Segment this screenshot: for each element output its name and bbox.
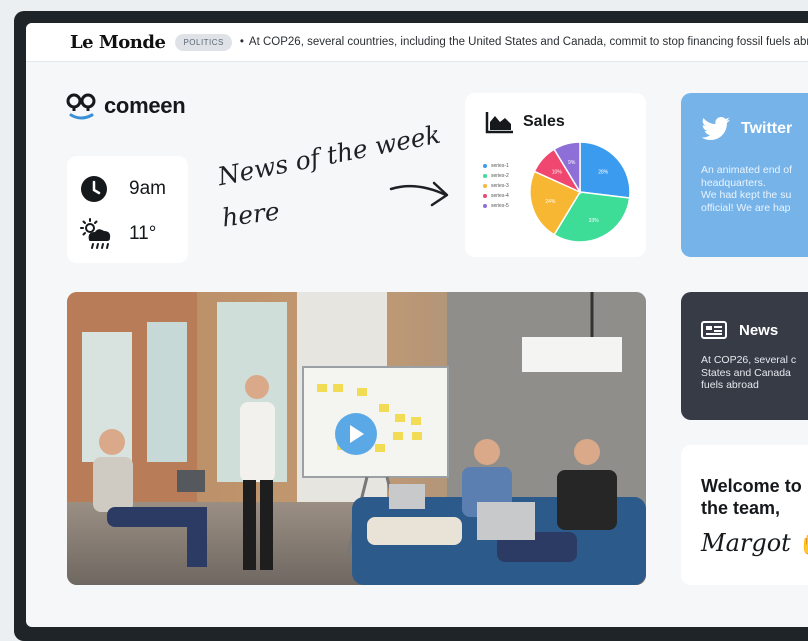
news-text: At COP26, several c States and Canada fu… (701, 354, 808, 392)
legend-label: series-5 (491, 203, 509, 209)
legend-swatch (483, 194, 487, 198)
twitter-title: Twitter (701, 117, 792, 141)
pie-label-series-3: 24% (545, 199, 556, 205)
welcome-widget: Welcome tothe team, Margot ✋ (681, 445, 808, 585)
sales-title: Sales (485, 110, 565, 134)
ticker-category-badge: POLITICS (175, 33, 232, 51)
legend-item: series-5 (483, 201, 509, 211)
time-row: 9am (79, 174, 166, 204)
time-value: 9am (129, 178, 166, 199)
pie-label-series-2: 33% (589, 218, 600, 224)
handwritten-title-line2: here (220, 196, 282, 233)
area-chart-icon (485, 112, 513, 134)
clock-icon (81, 176, 107, 202)
pie-label-series-5: 9% (568, 160, 576, 166)
sales-title-text: Sales (523, 113, 565, 130)
legend-label: series-2 (491, 173, 509, 179)
legend-item: series-1 (483, 161, 509, 171)
welcome-name: Margot ✋ (701, 529, 808, 557)
twitter-line: headquarters. (701, 176, 766, 189)
welcome-line1: Welcome to (701, 476, 802, 496)
legend-item: series-3 (483, 181, 509, 191)
twitter-line: official! We are hap (701, 201, 791, 214)
comeen-logo-icon (66, 93, 96, 120)
weather-widget: 9am 11° (67, 156, 188, 263)
news-title: News (701, 321, 778, 339)
legend-swatch (483, 174, 487, 178)
welcome-text: Welcome to the team, (701, 475, 802, 519)
twitter-title-text: Twitter (741, 120, 793, 137)
twitter-line: We had kept the su (701, 189, 792, 201)
sales-widget: Sales series-1 series-2 series-3 series-4 se… (465, 93, 646, 257)
cloud-sun-rain-icon (80, 218, 111, 249)
video-widget[interactable] (67, 292, 646, 585)
pie-label-series-4: 10% (552, 169, 563, 175)
welcome-line2: the team, (701, 498, 781, 518)
news-line: States and Canada (701, 366, 791, 379)
legend-label: series-3 (491, 183, 509, 189)
twitter-bird-icon (701, 117, 730, 141)
legend-swatch (483, 184, 487, 188)
play-button[interactable] (335, 413, 377, 455)
welcome-name-text: Margot (701, 529, 791, 557)
pie-label-series-1: 28% (598, 169, 609, 175)
play-icon (350, 425, 364, 443)
waving-hand-icon: ✋ (798, 532, 808, 556)
temperature-value: 11° (129, 223, 157, 244)
twitter-post-text: An animated end of headquarters. We had … (701, 164, 808, 214)
news-widget: News At COP26, several c States and Cana… (681, 292, 808, 420)
sales-pie-chart: 28% 33% 24% 10% 9% (529, 141, 631, 243)
twitter-line: An animated end of (701, 164, 793, 176)
legend-swatch (483, 164, 487, 168)
news-line: fuels abroad (701, 379, 759, 391)
ticker-separator: • (239, 36, 244, 48)
ticker-source-logo: Le Monde (70, 31, 166, 53)
legend-swatch (483, 204, 487, 208)
comeen-logo: comeen (66, 91, 186, 121)
dashboard-screen: Le Monde POLITICS • At COP26, several co… (26, 23, 808, 627)
brand-name: comeen (104, 93, 186, 118)
temperature-row: 11° (79, 218, 156, 250)
news-title-text: News (739, 321, 779, 339)
news-line: At COP26, several c (701, 354, 797, 366)
news-ticker: Le Monde POLITICS • At COP26, several co… (26, 23, 808, 62)
legend-item: series-4 (483, 191, 509, 201)
ticker-headline: At COP26, several countries, including t… (248, 36, 808, 48)
arrow-right-icon (389, 181, 449, 207)
newspaper-icon (701, 321, 727, 339)
legend-item: series-2 (483, 171, 509, 181)
legend-label: series-4 (491, 193, 509, 199)
chart-legend: series-1 series-2 series-3 series-4 series-5 (483, 161, 509, 211)
legend-label: series-1 (491, 163, 509, 169)
twitter-widget: Twitter An animated end of headquarters.… (681, 93, 808, 257)
